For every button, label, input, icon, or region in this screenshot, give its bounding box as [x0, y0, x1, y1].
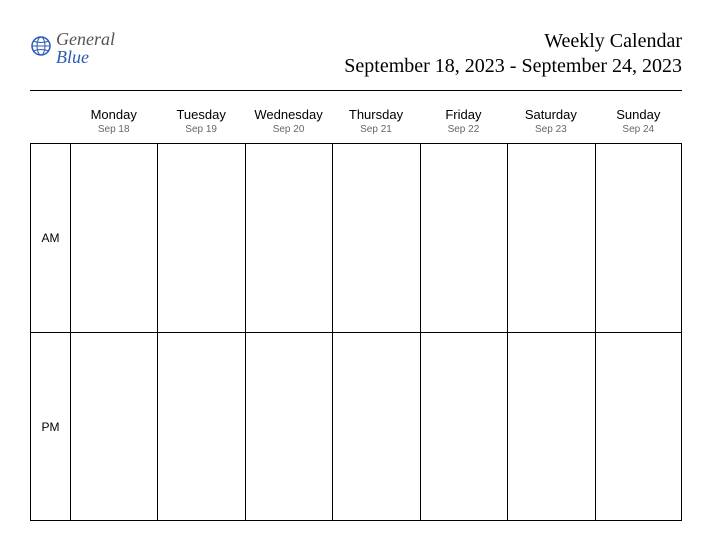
globe-icon — [30, 35, 52, 62]
weekly-calendar-grid: Monday Sep 18 Tuesday Sep 19 Wednesday S… — [30, 101, 682, 521]
cell-pm-fri — [420, 332, 507, 521]
cell-am-wed — [245, 143, 332, 332]
cell-pm-tue — [157, 332, 244, 521]
day-date: Sep 24 — [597, 124, 680, 135]
cell-pm-sun — [595, 332, 682, 521]
header-divider — [30, 90, 682, 91]
row-label-am: AM — [30, 143, 70, 332]
cell-am-fri — [420, 143, 507, 332]
day-header-thu: Thursday Sep 21 — [332, 101, 419, 143]
cell-pm-wed — [245, 332, 332, 521]
day-date: Sep 23 — [509, 124, 592, 135]
title-block: Weekly Calendar September 18, 2023 - Sep… — [344, 30, 682, 78]
day-date: Sep 22 — [422, 124, 505, 135]
day-header-wed: Wednesday Sep 20 — [245, 101, 332, 143]
cell-am-tue — [157, 143, 244, 332]
day-header-sat: Saturday Sep 23 — [507, 101, 594, 143]
day-header-sun: Sunday Sep 24 — [595, 101, 682, 143]
day-date: Sep 19 — [159, 124, 242, 135]
logo-word2: Blue — [56, 48, 115, 66]
cell-pm-sat — [507, 332, 594, 521]
page-title: Weekly Calendar — [344, 30, 682, 53]
day-name: Friday — [422, 107, 505, 122]
day-header-mon: Monday Sep 18 — [70, 101, 157, 143]
day-name: Wednesday — [247, 107, 330, 122]
logo-word1: General — [56, 30, 115, 48]
day-header-tue: Tuesday Sep 19 — [157, 101, 244, 143]
day-header-fri: Friday Sep 22 — [420, 101, 507, 143]
day-date: Sep 20 — [247, 124, 330, 135]
grid-corner — [30, 101, 70, 143]
cell-pm-mon — [70, 332, 157, 521]
cell-am-sun — [595, 143, 682, 332]
day-name: Saturday — [509, 107, 592, 122]
header: General Blue Weekly Calendar September 1… — [30, 30, 682, 78]
cell-am-sat — [507, 143, 594, 332]
logo-text: General Blue — [56, 30, 115, 66]
logo: General Blue — [30, 30, 115, 66]
day-name: Monday — [72, 107, 155, 122]
cell-am-mon — [70, 143, 157, 332]
day-name: Tuesday — [159, 107, 242, 122]
day-date: Sep 18 — [72, 124, 155, 135]
day-name: Thursday — [334, 107, 417, 122]
day-name: Sunday — [597, 107, 680, 122]
day-date: Sep 21 — [334, 124, 417, 135]
row-label-pm: PM — [30, 332, 70, 521]
date-range: September 18, 2023 - September 24, 2023 — [344, 55, 682, 78]
cell-pm-thu — [332, 332, 419, 521]
cell-am-thu — [332, 143, 419, 332]
